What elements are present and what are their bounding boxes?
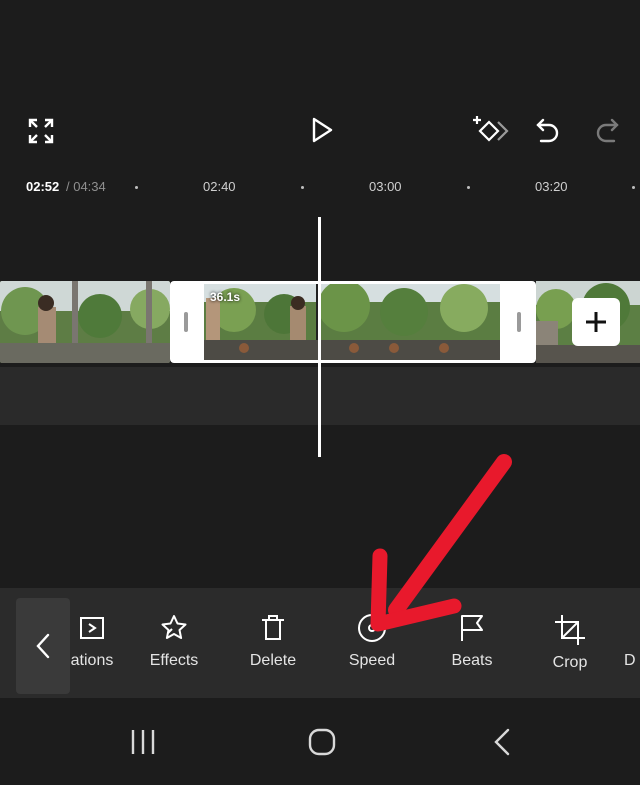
crop-icon	[553, 614, 587, 646]
ruler-mark: 03:20	[535, 179, 568, 194]
tool-label: D	[624, 652, 636, 669]
tool-delete[interactable]: Delete	[228, 612, 318, 682]
trim-handle-left[interactable]	[184, 312, 188, 332]
ruler-tick	[632, 186, 635, 189]
plus-icon	[586, 312, 606, 332]
tool-crop[interactable]: Crop	[525, 614, 615, 684]
tool-label: ations	[70, 652, 114, 669]
tool-effects[interactable]: Effects	[129, 612, 219, 682]
ruler-tick	[135, 186, 138, 189]
add-clip-button[interactable]	[572, 298, 620, 346]
speed-icon	[355, 612, 389, 644]
chevron-left-icon	[36, 633, 50, 659]
fullscreen-icon	[28, 118, 54, 144]
tool-label: Beats	[451, 652, 493, 669]
redo-button[interactable]	[592, 113, 622, 147]
add-keyframe-button[interactable]	[470, 113, 510, 147]
clip-duration: 36.1s	[210, 290, 241, 304]
home-button[interactable]	[292, 722, 352, 762]
ruler-tick	[301, 186, 304, 189]
tool-speed[interactable]: Speed	[327, 612, 417, 682]
recents-icon	[131, 730, 155, 754]
play-button[interactable]	[304, 112, 340, 148]
tool-label: Crop	[552, 654, 588, 671]
video-clip-selected[interactable]: 36.1s	[170, 281, 536, 363]
recents-button[interactable]	[113, 722, 173, 762]
total-time: / 04:34	[66, 179, 106, 194]
trim-handle-right[interactable]	[517, 312, 521, 332]
add-keyframe-icon	[473, 116, 509, 142]
tool-partial[interactable]: D	[624, 612, 640, 682]
play-icon	[312, 117, 333, 143]
ruler-mark: 02:40	[203, 179, 236, 194]
ruler-mark: 03:00	[369, 179, 402, 194]
clip-thumbnail	[0, 281, 170, 363]
fullscreen-button[interactable]	[24, 114, 58, 148]
undo-button[interactable]	[532, 113, 564, 147]
back-to-main-toolbar-button[interactable]	[16, 598, 70, 694]
effects-icon	[157, 612, 191, 644]
redo-icon	[596, 118, 619, 143]
animations-icon	[75, 612, 109, 644]
home-icon	[308, 728, 336, 756]
playhead[interactable]	[318, 217, 321, 457]
trash-icon	[256, 612, 290, 644]
clip-thumbnail: 36.1s	[204, 284, 500, 360]
video-clip-previous[interactable]	[0, 281, 170, 363]
ruler-tick	[467, 186, 470, 189]
tool-beats[interactable]: Beats	[427, 612, 517, 682]
back-button[interactable]	[472, 722, 532, 762]
back-icon	[494, 728, 510, 756]
tool-label: Speed	[348, 652, 396, 669]
undo-icon	[536, 118, 559, 143]
current-time: 02:52	[26, 179, 60, 194]
flag-icon	[455, 612, 489, 644]
tool-label: Effects	[149, 652, 199, 669]
tool-label: Delete	[249, 652, 297, 669]
